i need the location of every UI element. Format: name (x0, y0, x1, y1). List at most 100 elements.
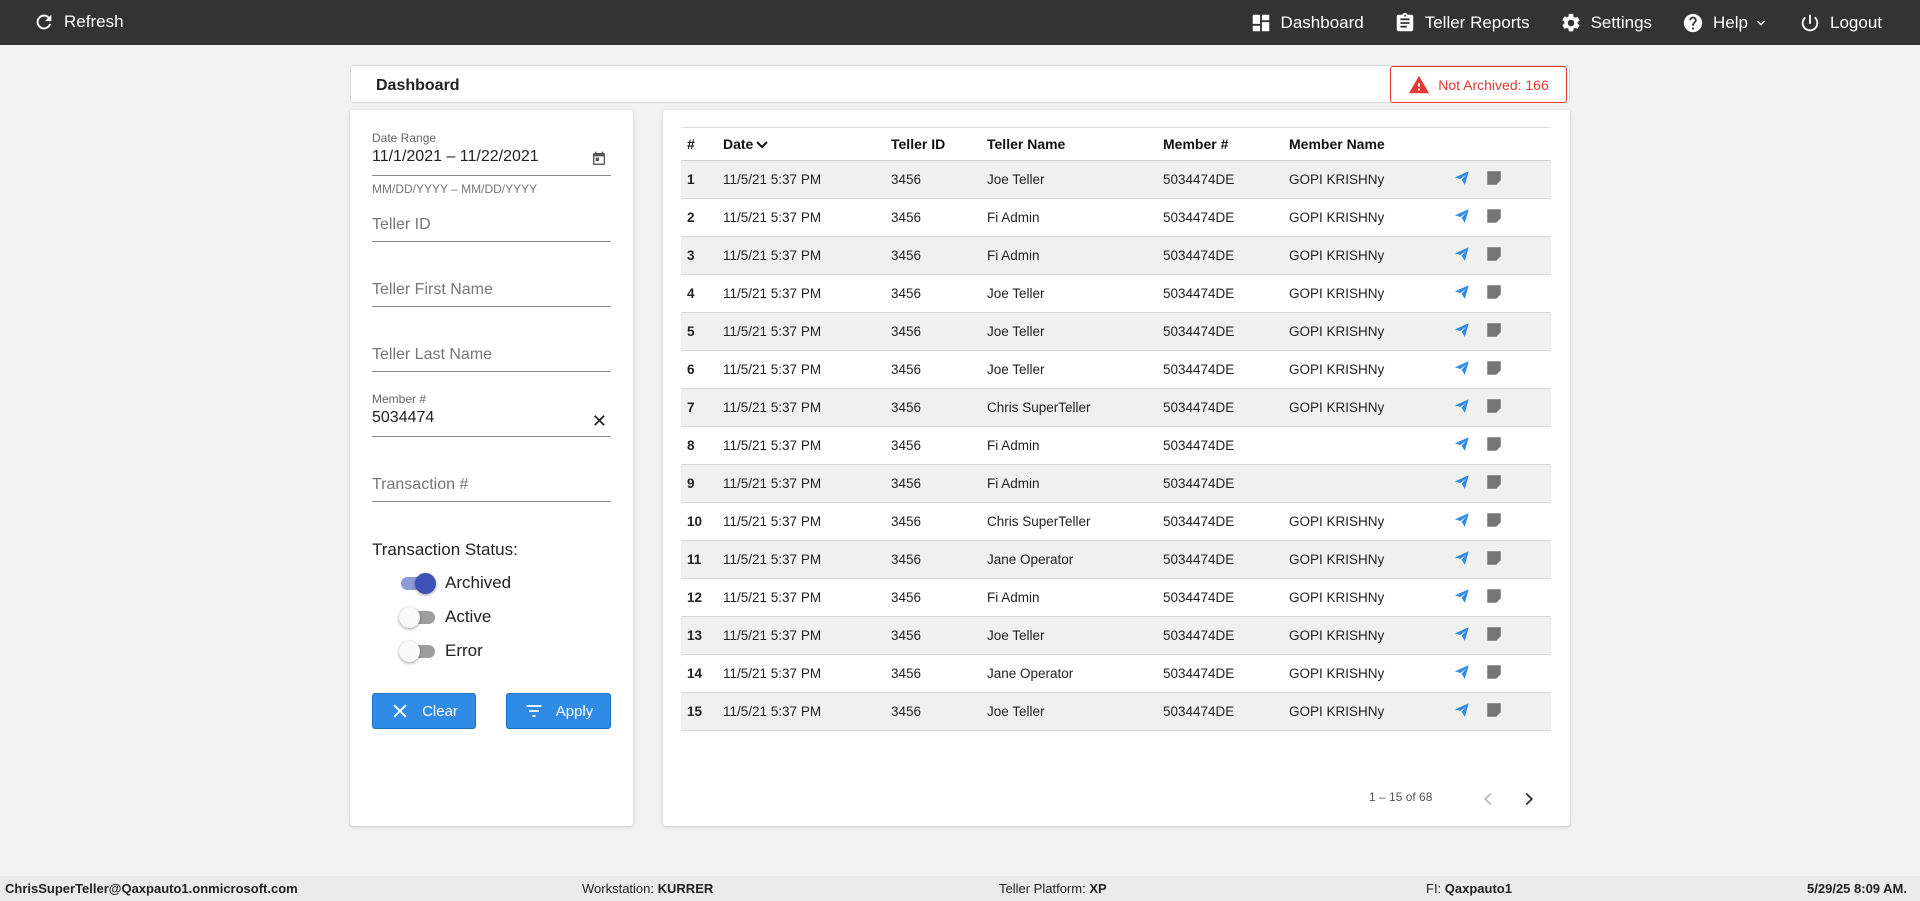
send-icon[interactable] (1453, 245, 1471, 263)
row-member-name: GOPI KRISHNy (1289, 362, 1385, 377)
note-icon[interactable] (1485, 245, 1503, 263)
table-row[interactable]: 6 11/5/21 5:37 PM 3456 Joe Teller 5034474DE G… (681, 351, 1551, 389)
row-member-name (1283, 465, 1447, 503)
chevron-right-icon[interactable] (1518, 788, 1540, 810)
col-header-teller-name: Teller Name (987, 136, 1066, 152)
col-header-member-number: Member # (1163, 136, 1229, 152)
table-row[interactable]: 3 11/5/21 5:37 PM 3456 Fi Admin 5034474DE GOP… (681, 236, 1551, 275)
status-toggle-error[interactable]: Error (399, 640, 483, 662)
row-number: 11 (687, 552, 702, 567)
table-row[interactable]: 2 11/5/21 5:37 PM 3456 Fi Admin 5034474DE GOP… (681, 199, 1551, 237)
archived-toggle[interactable] (401, 572, 436, 594)
archived-label: Archived (445, 573, 512, 592)
row-date: 11/5/21 5:37 PM (723, 476, 822, 491)
not-archived-badge[interactable]: Not Archived: 166 (1390, 66, 1567, 103)
table-row[interactable]: 10 11/5/21 5:37 PM 3456 Chris SuperTeller 50… (681, 503, 1551, 541)
note-icon[interactable] (1485, 169, 1503, 187)
transaction-number-field[interactable]: Transaction # (372, 476, 611, 502)
gear-icon (1562, 13, 1580, 31)
date-range-field[interactable]: Date Range 11/1/2021 – 11/22/2021 (372, 131, 611, 176)
send-icon[interactable] (1453, 321, 1471, 339)
note-icon[interactable] (1485, 283, 1503, 301)
table-row[interactable]: 15 11/5/21 5:37 PM 3456 Joe Teller 5034474DE… (681, 692, 1551, 731)
table-row[interactable]: 4 11/5/21 5:37 PM 3456 Joe Teller 5034474DE G… (681, 275, 1551, 313)
note-icon[interactable] (1485, 663, 1503, 681)
teller-first-name-field[interactable]: Teller First Name (372, 281, 611, 307)
note-icon[interactable] (1485, 701, 1503, 719)
row-date: 11/5/21 5:37 PM (723, 514, 822, 529)
table-row[interactable]: 9 11/5/21 5:37 PM 3456 Fi Admin 5034474DE (681, 464, 1551, 503)
active-toggle[interactable] (399, 606, 435, 628)
table-row[interactable]: 12 11/5/21 5:37 PM 3456 Fi Admin 5034474DE GO… (681, 579, 1551, 617)
row-date: 11/5/21 5:37 PM (723, 210, 822, 225)
nav-dashboard[interactable]: Dashboard (1250, 12, 1364, 34)
row-number: 9 (687, 476, 695, 491)
row-member-name: GOPI KRISHNy (1289, 514, 1385, 529)
send-icon[interactable] (1453, 701, 1471, 719)
send-icon[interactable] (1453, 587, 1471, 605)
clear-member-icon[interactable]: ✕ (592, 412, 607, 430)
send-icon[interactable] (1453, 663, 1471, 681)
col-header-date[interactable]: Date (717, 128, 885, 161)
send-icon[interactable] (1453, 473, 1471, 491)
send-icon[interactable] (1453, 435, 1471, 453)
send-icon[interactable] (1453, 511, 1471, 529)
send-icon[interactable] (1453, 625, 1471, 643)
footer-workstation-label: Workstation: (582, 881, 655, 896)
table-row[interactable]: 1 11/5/21 5:37 PM 3456 Joe Teller 5034474DE G… (681, 160, 1551, 199)
table-row[interactable]: 14 11/5/21 5:37 PM 3456 Jane Operator 503447… (681, 655, 1551, 693)
row-member-number: 5034474DE (1163, 248, 1235, 263)
note-icon[interactable] (1485, 625, 1503, 643)
note-icon[interactable] (1485, 511, 1503, 529)
send-icon[interactable] (1453, 397, 1471, 415)
col-header-teller-id: Teller ID (891, 136, 946, 152)
note-icon[interactable] (1485, 435, 1503, 453)
nav-teller-reports[interactable]: Teller Reports (1394, 12, 1530, 34)
row-teller-name: Fi Admin (987, 248, 1040, 263)
chevron-left-icon[interactable] (1477, 788, 1499, 810)
row-teller-name: Chris SuperTeller (987, 514, 1091, 529)
row-member-name: GOPI KRISHNy (1289, 248, 1385, 263)
row-number: 8 (687, 438, 695, 453)
note-icon[interactable] (1485, 549, 1503, 567)
transactions-table: # Date Teller ID Teller Name Member # Me… (681, 127, 1551, 731)
note-icon[interactable] (1485, 473, 1503, 491)
apply-button[interactable]: Apply (506, 693, 611, 729)
send-icon[interactable] (1453, 207, 1471, 225)
send-icon[interactable] (1453, 169, 1471, 187)
teller-id-placeholder: Teller ID (372, 216, 431, 233)
teller-last-name-field[interactable]: Teller Last Name (372, 346, 611, 372)
nav-help[interactable]: Help (1682, 12, 1769, 34)
table-row[interactable]: 8 11/5/21 5:37 PM 3456 Fi Admin 5034474DE (681, 427, 1551, 465)
note-icon[interactable] (1485, 397, 1503, 415)
refresh-button[interactable]: Refresh (33, 11, 124, 33)
table-row[interactable]: 11 11/5/21 5:37 PM 3456 Jane Operator 503447… (681, 540, 1551, 579)
footer-datetime: 5/29/25 8:09 AM. (1807, 881, 1907, 896)
row-teller-id: 3456 (891, 286, 922, 301)
row-teller-id: 3456 (891, 704, 922, 719)
member-number-field[interactable]: Member # 5034474 ✕ (372, 392, 611, 437)
note-icon[interactable] (1485, 587, 1503, 605)
row-actions (1447, 199, 1551, 237)
table-row[interactable]: 5 11/5/21 5:37 PM 3456 Joe Teller 5034474DE G… (681, 312, 1551, 351)
note-icon[interactable] (1485, 207, 1503, 225)
send-icon[interactable] (1453, 283, 1471, 301)
nav-settings[interactable]: Settings (1560, 12, 1652, 34)
page-title: Dashboard (376, 77, 460, 94)
table-row[interactable]: 7 11/5/21 5:37 PM 3456 Chris SuperTeller 503… (681, 388, 1551, 427)
logout-button[interactable]: Logout (1799, 12, 1882, 34)
teller-id-field[interactable]: Teller ID (372, 216, 611, 242)
status-toggle-active[interactable]: Active (399, 606, 491, 628)
date-range-hint: MM/DD/YYYY – MM/DD/YYYY (372, 182, 538, 196)
row-teller-id: 3456 (891, 514, 922, 529)
status-toggle-archived[interactable]: Archived (401, 572, 511, 594)
send-icon[interactable] (1453, 359, 1471, 377)
table-row[interactable]: 13 11/5/21 5:37 PM 3456 Joe Teller 5034474DE… (681, 616, 1551, 655)
error-toggle[interactable] (399, 640, 435, 662)
calendar-icon[interactable] (591, 151, 607, 167)
note-icon[interactable] (1485, 321, 1503, 339)
clear-button[interactable]: Clear (372, 693, 476, 729)
row-member-number: 5034474DE (1163, 704, 1235, 719)
send-icon[interactable] (1453, 549, 1471, 567)
note-icon[interactable] (1485, 359, 1503, 377)
